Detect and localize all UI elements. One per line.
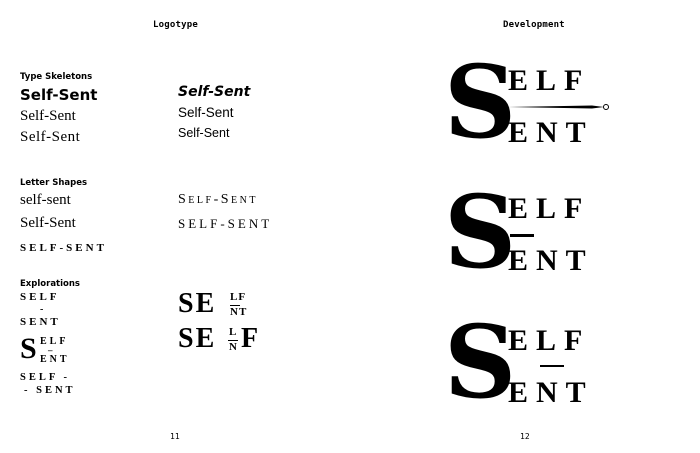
exploration-lockup2-big: SE [178, 323, 217, 354]
logo1-pen-nib-rule [506, 104, 609, 110]
exploration-lockup2-bottom: N [229, 341, 237, 353]
exploration-lockup2-end: F [241, 323, 259, 354]
letter-shape-sample-3: SELF-SENT [20, 242, 107, 254]
type-skeleton-sample-4: Self-Sent [178, 84, 251, 100]
letter-shape-sample-4: Self-Sent [178, 192, 258, 207]
page-header-logotype: Logotype [153, 20, 198, 30]
exploration-lockup1-top: LF [230, 291, 247, 303]
exploration-stack1-top: SELF [20, 291, 60, 303]
exploration-stack2-bottom: ENT [40, 354, 70, 365]
logo2-rule [510, 234, 534, 237]
logo3-bottom-word: ENT [508, 376, 594, 409]
logo3-big-s: S [444, 303, 517, 421]
folio-11: 11 [170, 432, 180, 441]
exploration-lockup1-bottom: NT [230, 306, 248, 318]
folio-12: 12 [520, 432, 530, 441]
logo2-big-s: S [444, 173, 517, 291]
type-skeleton-sample-5: Self-Sent [178, 105, 234, 120]
logo2-bottom-word: ENT [508, 244, 594, 277]
exploration-stack1-dash: - [40, 304, 44, 315]
development-logo-1: S ELF ENT [440, 52, 620, 158]
logo1-top-word: ELF [508, 64, 591, 97]
letter-shape-sample-2: Self-Sent [20, 215, 76, 231]
type-skeleton-sample-3: Self-Sent [20, 129, 81, 145]
exploration-stack2-top: ELF [40, 336, 69, 347]
type-skeleton-sample-6: Self-Sent [178, 126, 230, 140]
exploration-lockup1-big: SE [178, 288, 217, 319]
logo3-rule [540, 365, 564, 367]
exploration-stack3-top: SELF - [20, 372, 70, 383]
exploration-stack3-bottom: - SENT [24, 385, 76, 396]
exploration-stack2-big-s: S [20, 332, 37, 365]
letter-shape-sample-5: SELF-SENT [178, 216, 273, 231]
development-logo-3: S ELF ENT [440, 312, 620, 418]
development-logo-2: S ELF ENT [440, 182, 620, 288]
type-skeleton-sample-1: Self-Sent [20, 86, 98, 104]
logo3-top-word: ELF [508, 324, 591, 357]
exploration-stack1-bottom: SENT [20, 316, 61, 328]
section-label-type-skeletons: Type Skeletons [20, 72, 93, 82]
exploration-lockup2-top: L [229, 326, 237, 338]
page-header-development: Development [503, 20, 565, 30]
section-label-letter-shapes: Letter Shapes [20, 178, 88, 188]
left-page: Logotype Type Skeletons Self-Sent Self-S… [0, 0, 350, 453]
logo1-bottom-word: ENT [508, 116, 594, 149]
section-label-explorations: Explorations [20, 279, 80, 289]
logo2-top-word: ELF [508, 192, 591, 225]
type-skeleton-sample-2: Self-Sent [20, 108, 76, 124]
letter-shape-sample-1: self-sent [20, 192, 71, 208]
